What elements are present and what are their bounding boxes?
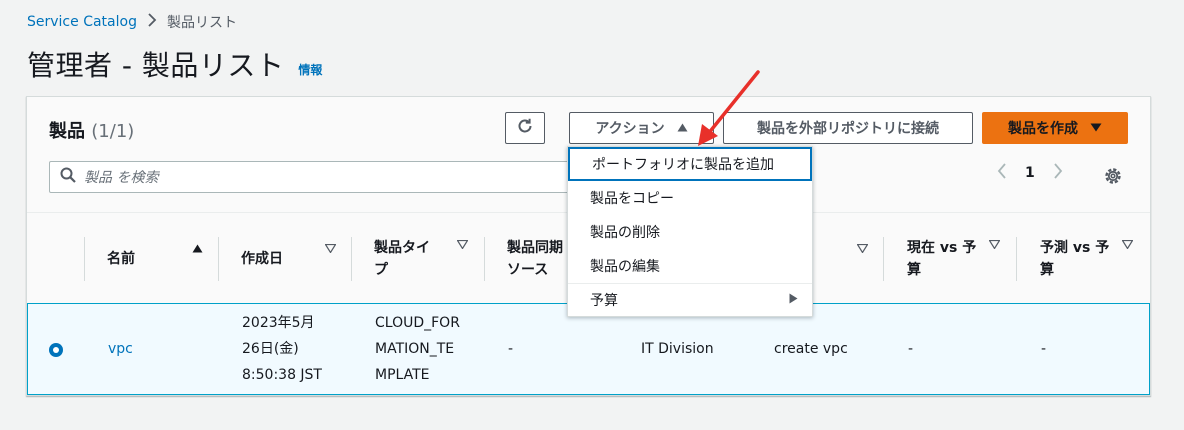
panel-title-text: 製品 bbox=[49, 121, 85, 142]
sort-icon[interactable] bbox=[856, 243, 869, 256]
sync-source: - bbox=[508, 341, 514, 357]
column-sync-line-1: 製品同期 bbox=[507, 240, 563, 256]
pagination: 1 bbox=[997, 163, 1063, 183]
created-date-line: 2023年5月 bbox=[242, 315, 315, 331]
sort-icon[interactable] bbox=[1121, 239, 1134, 252]
panel-title: 製品 (1/1) bbox=[49, 117, 134, 143]
search-placeholder: 製品 を検索 bbox=[84, 170, 159, 186]
column-divider bbox=[484, 237, 485, 281]
column-divider bbox=[883, 237, 884, 281]
column-sync-source[interactable]: 製品同期 ソース bbox=[507, 237, 563, 281]
column-type-line-2: プ bbox=[374, 262, 388, 278]
gear-icon[interactable] bbox=[1103, 166, 1123, 190]
row-radio-selected[interactable] bbox=[49, 343, 63, 357]
menu-item-budget[interactable]: 予算 bbox=[568, 283, 812, 317]
product-name-link[interactable]: vpc bbox=[108, 336, 133, 362]
column-divider bbox=[84, 237, 85, 281]
chevron-right-icon[interactable] bbox=[1053, 163, 1063, 183]
product-type-line: MATION_TE bbox=[375, 341, 455, 357]
breadcrumb-service-catalog[interactable]: Service Catalog bbox=[27, 14, 137, 30]
refresh-icon bbox=[516, 117, 534, 139]
actions-label: アクション bbox=[595, 121, 665, 137]
column-current-line-1: 現在 vs 予 bbox=[907, 240, 977, 256]
search-icon bbox=[60, 167, 76, 187]
page-number[interactable]: 1 bbox=[1025, 165, 1035, 181]
forecast-vs-budget: - bbox=[1041, 341, 1047, 357]
annotation-arrow bbox=[690, 68, 770, 156]
column-forecast-line-1: 予測 vs 予 bbox=[1040, 240, 1110, 256]
refresh-button[interactable] bbox=[505, 112, 545, 144]
menu-item-edit-product[interactable]: 製品の編集 bbox=[568, 249, 812, 283]
create-product-label: 製品を作成 bbox=[1008, 121, 1078, 137]
column-current-line-2: 算 bbox=[907, 262, 921, 278]
column-forecast-line-2: 算 bbox=[1040, 262, 1054, 278]
info-link[interactable]: 情報 bbox=[298, 61, 322, 78]
breadcrumb: Service Catalog 製品リスト bbox=[27, 12, 237, 32]
panel-count: (1/1) bbox=[91, 121, 135, 142]
column-created[interactable]: 作成日 bbox=[241, 248, 283, 270]
owner: IT Division bbox=[641, 341, 714, 357]
column-divider bbox=[351, 237, 352, 281]
create-product-button[interactable]: 製品を作成 bbox=[982, 112, 1128, 144]
chevron-right-icon bbox=[147, 13, 157, 31]
caret-up-icon bbox=[677, 120, 688, 136]
column-name[interactable]: 名前 bbox=[107, 248, 135, 270]
chevron-left-icon[interactable] bbox=[997, 163, 1007, 183]
description: create vpc bbox=[774, 341, 848, 357]
column-divider bbox=[218, 237, 219, 281]
product-type-line: CLOUD_FOR bbox=[375, 315, 460, 331]
sort-ascending-icon[interactable] bbox=[192, 243, 203, 256]
sort-icon[interactable] bbox=[988, 239, 1001, 252]
column-current-vs-budget[interactable]: 現在 vs 予 算 bbox=[907, 237, 976, 281]
page-title: 管理者 - 製品リスト bbox=[27, 49, 285, 82]
product-type-line: MPLATE bbox=[375, 367, 430, 383]
column-divider bbox=[1016, 237, 1017, 281]
product-type: CLOUD_FOR MATION_TE MPLATE bbox=[375, 310, 460, 388]
breadcrumb-current: 製品リスト bbox=[166, 15, 237, 31]
menu-item-budget-label: 予算 bbox=[590, 293, 618, 309]
actions-dropdown-menu: ポートフォリオに製品を追加 製品をコピー 製品の削除 製品の編集 予算 bbox=[567, 146, 813, 317]
menu-item-copy-product[interactable]: 製品をコピー bbox=[568, 181, 812, 215]
sort-icon[interactable] bbox=[456, 239, 469, 252]
created-date-line: 8:50:38 JST bbox=[242, 367, 322, 383]
column-forecast-vs-budget[interactable]: 予測 vs 予 算 bbox=[1040, 237, 1109, 281]
menu-item-delete-product[interactable]: 製品の削除 bbox=[568, 215, 812, 249]
created-date-line: 26日(金) bbox=[242, 341, 299, 357]
column-type[interactable]: 製品タイ プ bbox=[374, 237, 430, 281]
column-type-line-1: 製品タイ bbox=[374, 240, 430, 256]
column-sync-line-2: ソース bbox=[507, 262, 549, 278]
sort-icon[interactable] bbox=[324, 243, 337, 256]
current-vs-budget: - bbox=[908, 341, 914, 357]
caret-right-icon bbox=[789, 293, 798, 307]
created-date: 2023年5月 26日(金) 8:50:38 JST bbox=[242, 310, 322, 388]
page-header: 管理者 - 製品リスト 情報 bbox=[27, 44, 322, 84]
caret-down-icon bbox=[1090, 120, 1102, 136]
